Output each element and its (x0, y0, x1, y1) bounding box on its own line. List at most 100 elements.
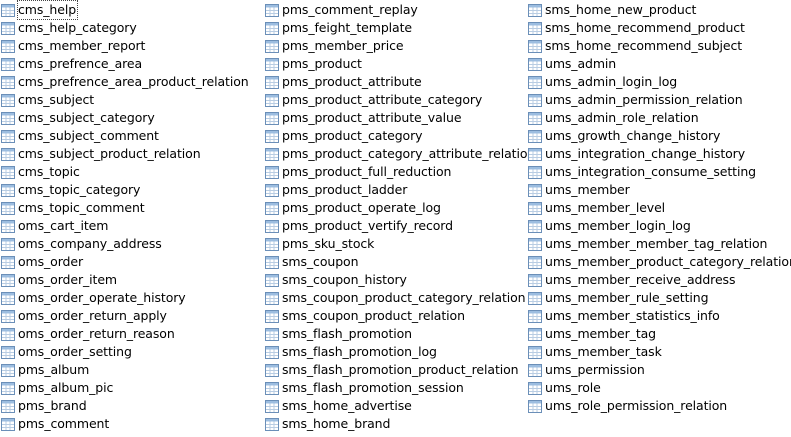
table-item[interactable]: cms_prefrence_area_product_relation (0, 73, 262, 91)
table-item[interactable]: pms_product (264, 55, 526, 73)
table-icon (265, 237, 279, 251)
table-item[interactable]: pms_brand (0, 397, 262, 415)
table-item[interactable]: ums_role_permission_relation (527, 397, 789, 415)
table-item[interactable]: cms_subject_category (0, 109, 262, 127)
table-icon (1, 111, 15, 125)
table-item[interactable]: oms_order_setting (0, 343, 262, 361)
table-item[interactable]: oms_cart_item (0, 217, 262, 235)
table-item[interactable]: ums_admin (527, 55, 789, 73)
table-item[interactable]: pms_product_attribute (264, 73, 526, 91)
table-item[interactable]: ums_member (527, 181, 789, 199)
table-item[interactable]: pms_product_full_reduction (264, 163, 526, 181)
table-item[interactable]: pms_feight_template (264, 19, 526, 37)
table-item[interactable]: cms_subject_comment (0, 127, 262, 145)
table-item[interactable]: ums_member_tag (527, 325, 789, 343)
table-item[interactable]: cms_member_report (0, 37, 262, 55)
table-item[interactable]: cms_help_category (0, 19, 262, 37)
table-item[interactable]: oms_company_address (0, 235, 262, 253)
table-item[interactable]: pms_member_price (264, 37, 526, 55)
table-icon (528, 165, 542, 179)
table-item[interactable]: pms_comment_replay (264, 1, 526, 19)
table-item[interactable]: cms_subject (0, 91, 262, 109)
table-item[interactable]: ums_member_login_log (527, 217, 789, 235)
table-item[interactable]: pms_album (0, 361, 262, 379)
table-column-1: pms_comment_replay pms_feight_template pms… (264, 1, 535, 433)
table-item[interactable]: sms_home_recommend_subject (527, 37, 789, 55)
table-item[interactable]: pms_product_operate_log (264, 199, 526, 217)
table-item-label: pms_product_category (282, 128, 423, 143)
table-item-label: cms_subject_product_relation (18, 146, 201, 161)
table-item[interactable]: pms_comment (0, 415, 262, 433)
table-item[interactable]: cms_topic_comment (0, 199, 262, 217)
table-item[interactable]: sms_coupon_history (264, 271, 526, 289)
table-item[interactable]: oms_order (0, 253, 262, 271)
table-item[interactable]: oms_order_return_apply (0, 307, 262, 325)
table-icon (1, 39, 15, 53)
table-item-label: pms_product_category_attribute_relation (282, 146, 536, 161)
table-item[interactable]: ums_growth_change_history (527, 127, 789, 145)
table-item-label: pms_product_ladder (282, 182, 408, 197)
table-icon (265, 75, 279, 89)
table-item[interactable]: ums_member_member_tag_relation (527, 235, 789, 253)
table-icon (265, 309, 279, 323)
table-item-label: cms_prefrence_area (18, 56, 143, 71)
table-item[interactable]: pms_product_vertify_record (264, 217, 526, 235)
table-item[interactable]: ums_integration_change_history (527, 145, 789, 163)
table-item[interactable]: ums_admin_login_log (527, 73, 789, 91)
table-item[interactable]: pms_product_category (264, 127, 526, 145)
table-item[interactable]: oms_order_item (0, 271, 262, 289)
table-icon (265, 417, 279, 431)
table-item[interactable]: ums_admin_permission_relation (527, 91, 789, 109)
table-item[interactable]: cms_subject_product_relation (0, 145, 262, 163)
table-item-label: ums_member_member_tag_relation (545, 236, 768, 251)
table-icon (528, 327, 542, 341)
table-item-label: cms_member_report (18, 38, 146, 53)
table-item[interactable]: pms_product_ladder (264, 181, 526, 199)
table-item-label: cms_topic_category (18, 182, 141, 197)
table-item-label: oms_order_return_reason (18, 326, 175, 341)
table-item[interactable]: pms_sku_stock (264, 235, 526, 253)
table-item[interactable]: sms_home_new_product (527, 1, 789, 19)
table-icon (1, 327, 15, 341)
table-item[interactable]: sms_coupon_product_category_relation (264, 289, 526, 307)
table-item-label: pms_comment_replay (282, 2, 418, 17)
table-item-label: pms_member_price (282, 38, 404, 53)
table-icon (265, 381, 279, 395)
table-item[interactable]: sms_home_advertise (264, 397, 526, 415)
table-icon (1, 309, 15, 323)
table-item[interactable]: ums_member_task (527, 343, 789, 361)
table-item[interactable]: pms_product_category_attribute_relation (264, 145, 535, 163)
table-item[interactable]: cms_help (0, 0, 262, 20)
table-item[interactable]: ums_member_receive_address (527, 271, 789, 289)
table-item[interactable]: cms_prefrence_area (0, 55, 262, 73)
table-item[interactable]: sms_coupon_product_relation (264, 307, 526, 325)
table-item[interactable]: sms_flash_promotion_session (264, 379, 526, 397)
table-icon (1, 345, 15, 359)
table-item-label: sms_coupon_product_relation (282, 308, 465, 323)
table-item[interactable]: ums_permission (527, 361, 789, 379)
table-item[interactable]: ums_member_rule_setting (527, 289, 789, 307)
table-item[interactable]: sms_home_recommend_product (527, 19, 789, 37)
table-item[interactable]: pms_product_attribute_category (264, 91, 526, 109)
table-item[interactable]: sms_home_brand (264, 415, 526, 433)
table-item[interactable]: ums_member_product_category_relation (527, 253, 791, 271)
table-item[interactable]: sms_flash_promotion_log (264, 343, 526, 361)
table-item[interactable]: ums_member_level (527, 199, 789, 217)
table-item[interactable]: sms_flash_promotion_product_relation (264, 361, 526, 379)
table-item[interactable]: ums_member_statistics_info (527, 307, 789, 325)
table-item[interactable]: pms_album_pic (0, 379, 262, 397)
table-item-label: ums_integration_change_history (545, 146, 746, 161)
table-item[interactable]: cms_topic_category (0, 181, 262, 199)
table-item[interactable]: ums_role (527, 379, 789, 397)
table-item-label: cms_help_category (18, 20, 137, 35)
table-item[interactable]: pms_product_attribute_value (264, 109, 526, 127)
table-item[interactable]: oms_order_return_reason (0, 325, 262, 343)
table-item[interactable]: cms_topic (0, 163, 262, 181)
table-item[interactable]: ums_integration_consume_setting (527, 163, 789, 181)
table-item[interactable]: oms_order_operate_history (0, 289, 262, 307)
table-icon (528, 129, 542, 143)
table-item[interactable]: sms_coupon (264, 253, 526, 271)
table-item[interactable]: ums_admin_role_relation (527, 109, 789, 127)
table-item-label: ums_member_statistics_info (545, 308, 720, 323)
table-item[interactable]: sms_flash_promotion (264, 325, 526, 343)
